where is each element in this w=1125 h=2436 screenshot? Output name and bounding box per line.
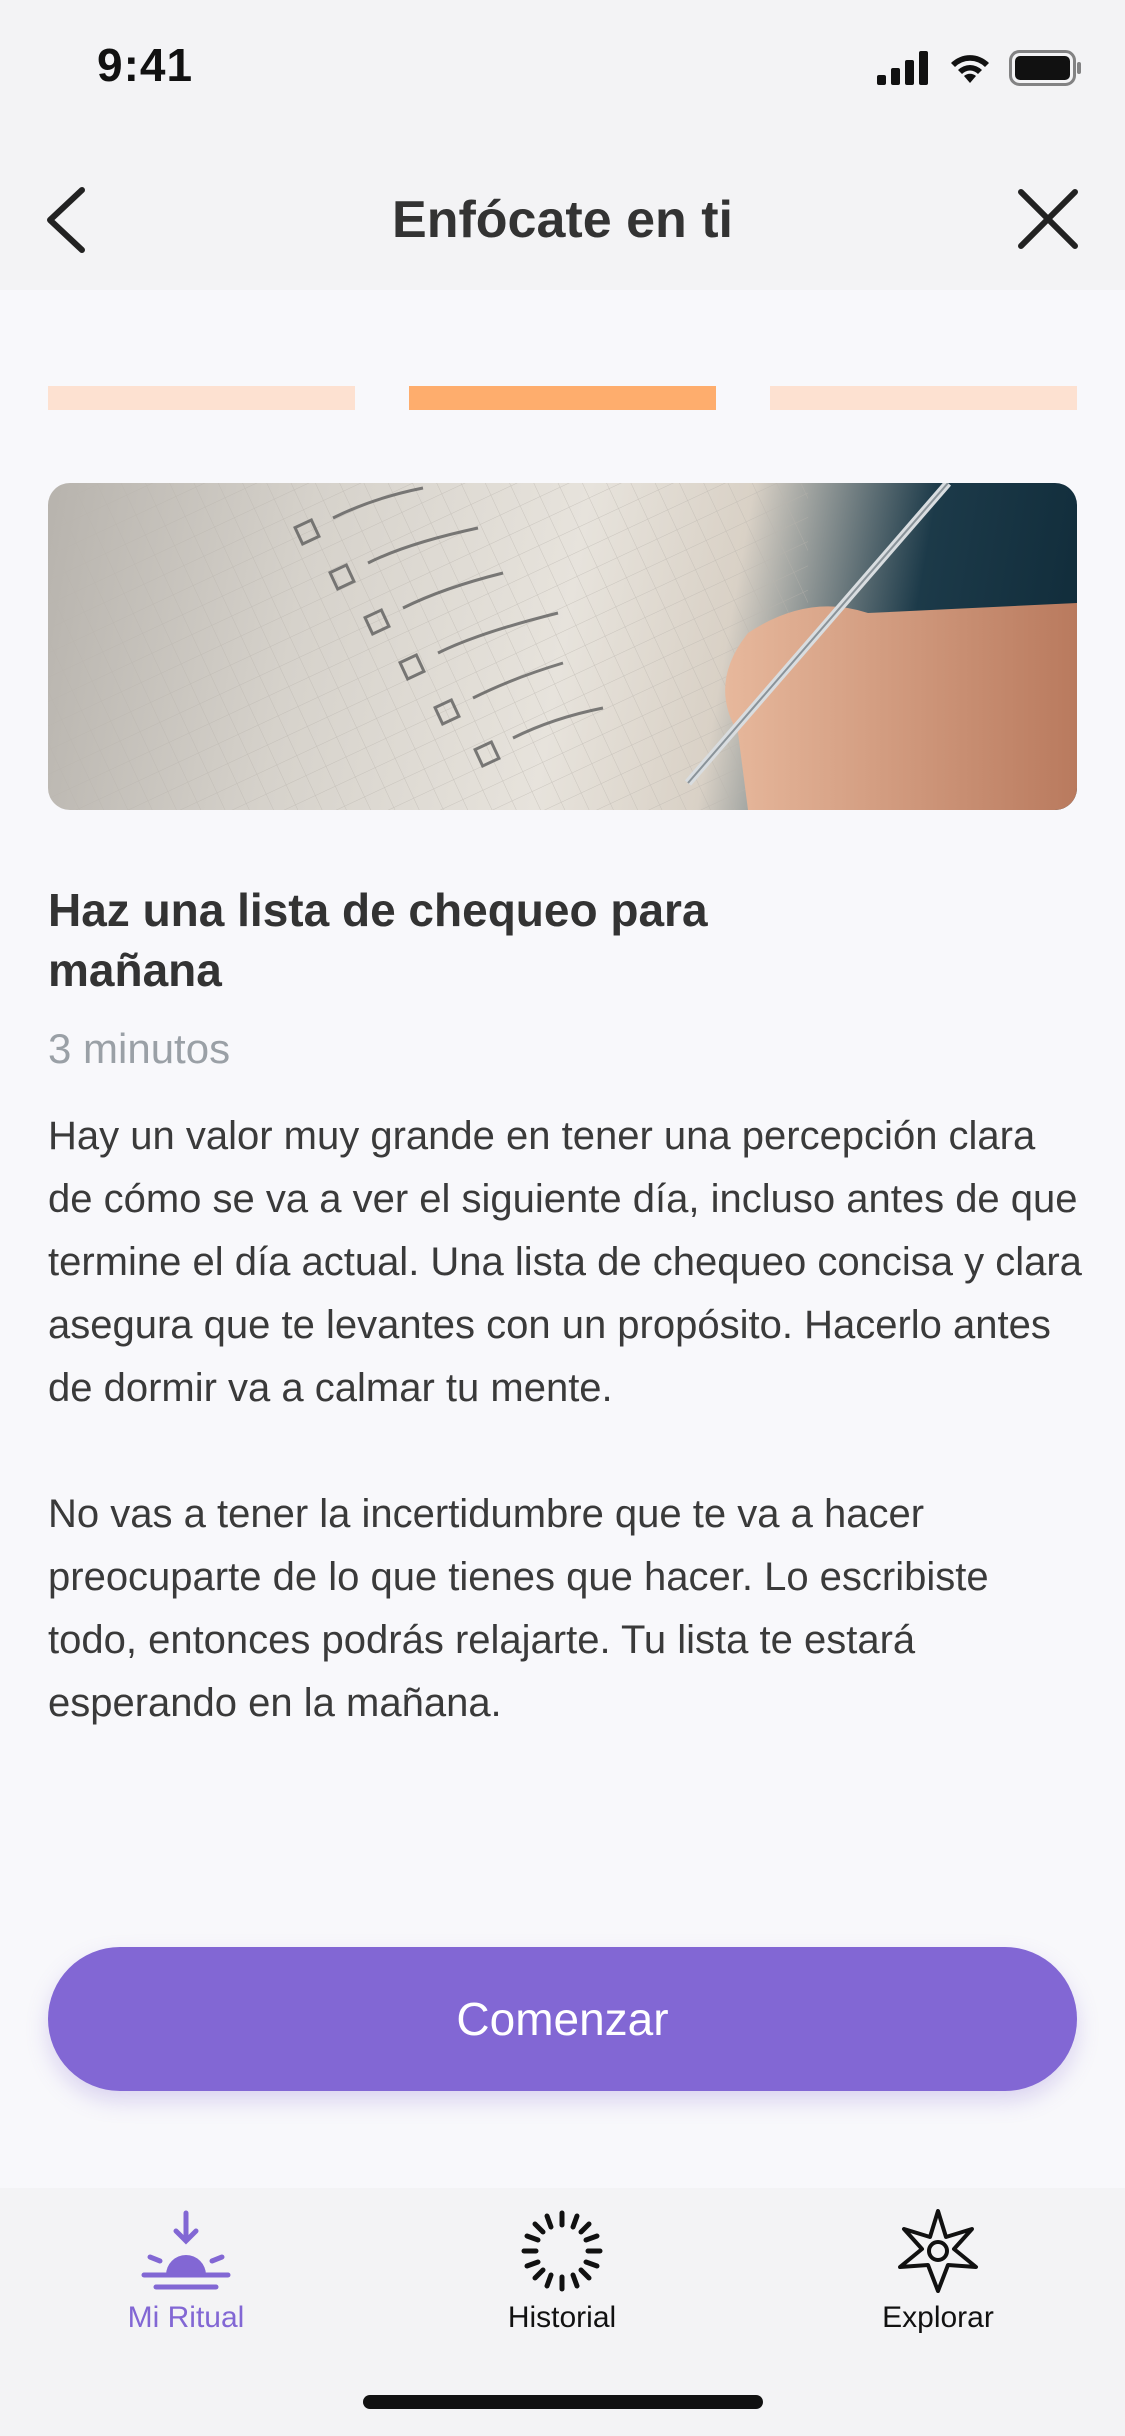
hero-image [48,483,1077,810]
wifi-icon [951,55,989,83]
page-title: Enfócate en ti [392,191,733,249]
status-time: 9:41 [97,39,194,91]
tab-explorar[interactable]: Explorar [808,2205,1068,2335]
progress-segment [770,386,1077,410]
checklist-photo-illustration [48,483,1077,810]
compass-icon [898,2209,978,2293]
close-icon [1018,189,1078,249]
tab-mi-ritual[interactable]: Mi Ritual [56,2205,316,2335]
close-button[interactable] [1011,182,1085,256]
description-paragraph: Hay un valor muy grande en tener una per… [48,1114,1082,1410]
activity-duration: 3 minutos [48,1025,231,1072]
tab-label: Historial [507,2301,617,2334]
activity-title: Haz una lista de chequeo para mañana [48,884,708,996]
step-progress [48,386,1077,410]
tab-label: Explorar [882,2301,994,2334]
cellular-signal-icon [877,51,928,85]
description-paragraph: No vas a tener la incertidumbre que te v… [48,1492,989,1725]
tab-label: Mi Ritual [127,2301,245,2334]
sunrise-icon [141,2210,231,2290]
history-ring-icon [521,2210,603,2292]
home-indicator[interactable] [363,2395,763,2409]
progress-segment-active [409,386,716,410]
status-icons [877,48,1083,88]
start-button[interactable]: Comenzar [48,1947,1077,2091]
battery-icon [1009,50,1081,86]
activity-description: Hay un valor muy grande en tener una per… [48,1105,1088,1798]
progress-segment [48,386,355,410]
tab-historial[interactable]: Historial [432,2205,692,2335]
